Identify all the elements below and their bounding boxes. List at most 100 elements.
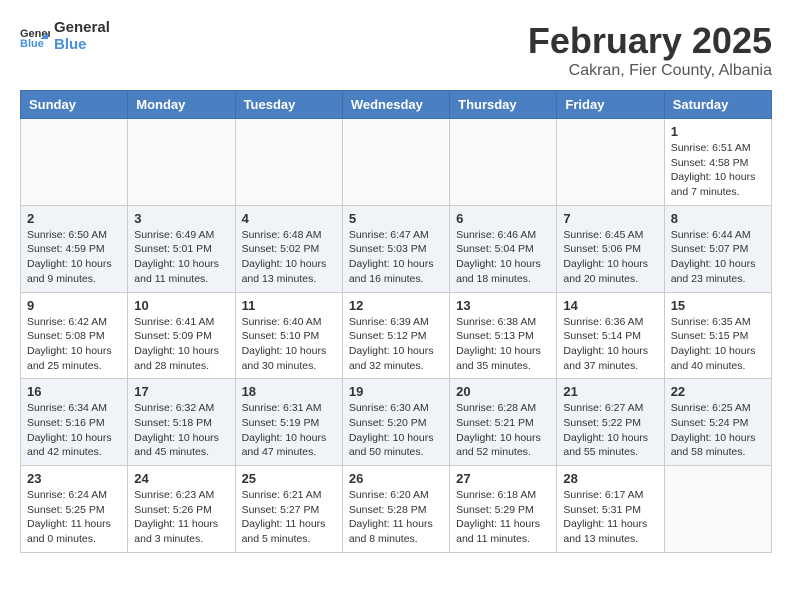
calendar-day-cell: 24Sunrise: 6:23 AM Sunset: 5:26 PM Dayli… <box>128 466 235 553</box>
calendar-day-cell: 26 Sunrise: 6:20 AM Sunset: 5:28 PM Dayli… <box>342 466 449 553</box>
day-info: Sunrise: 6:51 AM Sunset: 4:58 PM Dayligh… <box>671 141 765 200</box>
day-number: 25 <box>242 471 336 486</box>
calendar-day-cell: 12 Sunrise: 6:39 AM Sunset: 5:12 PM Dayli… <box>342 292 449 379</box>
calendar-day-cell: 15 Sunrise: 6:35 AM Sunset: 5:15 PM Dayli… <box>664 292 771 379</box>
calendar-week-row: 1Sunrise: 6:51 AM Sunset: 4:58 PM Daylig… <box>21 119 772 206</box>
day-number: 12 <box>349 298 443 313</box>
calendar-week-row: 2 Sunrise: 6:50 AM Sunset: 4:59 PM Daylig… <box>21 205 772 292</box>
day-info: Sunrise: 6:17 AM Sunset: 5:31 PM Dayligh… <box>563 488 657 547</box>
weekday-header-tuesday: Tuesday <box>235 91 342 119</box>
day-info: Sunrise: 6:21 AM Sunset: 5:27 PM Dayligh… <box>242 488 336 547</box>
day-info: Sunrise: 6:34 AM Sunset: 5:16 PM Dayligh… <box>27 401 121 460</box>
calendar-day-cell: 19 Sunrise: 6:30 AM Sunset: 5:20 PM Dayli… <box>342 379 449 466</box>
day-number: 26 <box>349 471 443 486</box>
day-number: 10 <box>134 298 228 313</box>
day-number: 17 <box>134 384 228 399</box>
day-number: 21 <box>563 384 657 399</box>
calendar-day-cell: 2 Sunrise: 6:50 AM Sunset: 4:59 PM Daylig… <box>21 205 128 292</box>
calendar-day-cell <box>342 119 449 206</box>
day-number: 14 <box>563 298 657 313</box>
day-number: 3 <box>134 211 228 226</box>
day-number: 6 <box>456 211 550 226</box>
day-number: 7 <box>563 211 657 226</box>
day-info: Sunrise: 6:35 AM Sunset: 5:15 PM Dayligh… <box>671 315 765 374</box>
day-number: 11 <box>242 298 336 313</box>
calendar-day-cell: 16 Sunrise: 6:34 AM Sunset: 5:16 PM Dayli… <box>21 379 128 466</box>
calendar-day-cell: 17 Sunrise: 6:32 AM Sunset: 5:18 PM Dayli… <box>128 379 235 466</box>
day-info: Sunrise: 6:38 AM Sunset: 5:13 PM Dayligh… <box>456 315 550 374</box>
weekday-header-wednesday: Wednesday <box>342 91 449 119</box>
calendar-day-cell: 11 Sunrise: 6:40 AM Sunset: 5:10 PM Dayli… <box>235 292 342 379</box>
day-info: Sunrise: 6:45 AM Sunset: 5:06 PM Dayligh… <box>563 228 657 287</box>
calendar-week-row: 16 Sunrise: 6:34 AM Sunset: 5:16 PM Dayli… <box>21 379 772 466</box>
calendar-day-cell: 28 Sunrise: 6:17 AM Sunset: 5:31 PM Dayli… <box>557 466 664 553</box>
calendar-day-cell: 23Sunrise: 6:24 AM Sunset: 5:25 PM Dayli… <box>21 466 128 553</box>
day-number: 24 <box>134 471 228 486</box>
calendar-day-cell <box>128 119 235 206</box>
calendar-week-row: 9 Sunrise: 6:42 AM Sunset: 5:08 PM Daylig… <box>21 292 772 379</box>
day-info: Sunrise: 6:32 AM Sunset: 5:18 PM Dayligh… <box>134 401 228 460</box>
logo-icon: General Blue <box>20 25 50 49</box>
day-number: 8 <box>671 211 765 226</box>
day-info: Sunrise: 6:20 AM Sunset: 5:28 PM Dayligh… <box>349 488 443 547</box>
weekday-header-friday: Friday <box>557 91 664 119</box>
day-number: 15 <box>671 298 765 313</box>
calendar-day-cell: 1Sunrise: 6:51 AM Sunset: 4:58 PM Daylig… <box>664 119 771 206</box>
day-number: 28 <box>563 471 657 486</box>
day-number: 13 <box>456 298 550 313</box>
day-info: Sunrise: 6:24 AM Sunset: 5:25 PM Dayligh… <box>27 488 121 547</box>
calendar-day-cell: 21 Sunrise: 6:27 AM Sunset: 5:22 PM Dayli… <box>557 379 664 466</box>
title-section: February 2025 Cakran, Fier County, Alban… <box>528 20 772 80</box>
logo-blue: Blue <box>54 37 110 54</box>
day-info: Sunrise: 6:46 AM Sunset: 5:04 PM Dayligh… <box>456 228 550 287</box>
calendar-day-cell: 7 Sunrise: 6:45 AM Sunset: 5:06 PM Daylig… <box>557 205 664 292</box>
weekday-header-thursday: Thursday <box>450 91 557 119</box>
day-info: Sunrise: 6:18 AM Sunset: 5:29 PM Dayligh… <box>456 488 550 547</box>
calendar-day-cell: 22Sunrise: 6:25 AM Sunset: 5:24 PM Dayli… <box>664 379 771 466</box>
day-info: Sunrise: 6:36 AM Sunset: 5:14 PM Dayligh… <box>563 315 657 374</box>
calendar-day-cell: 9 Sunrise: 6:42 AM Sunset: 5:08 PM Daylig… <box>21 292 128 379</box>
calendar-day-cell: 14 Sunrise: 6:36 AM Sunset: 5:14 PM Dayli… <box>557 292 664 379</box>
logo-general: General <box>54 20 110 37</box>
day-info: Sunrise: 6:40 AM Sunset: 5:10 PM Dayligh… <box>242 315 336 374</box>
month-title: February 2025 <box>528 20 772 62</box>
day-number: 4 <box>242 211 336 226</box>
logo: General Blue General Blue <box>20 20 110 53</box>
day-number: 16 <box>27 384 121 399</box>
day-number: 22 <box>671 384 765 399</box>
calendar-day-cell: 8 Sunrise: 6:44 AM Sunset: 5:07 PM Daylig… <box>664 205 771 292</box>
weekday-header-monday: Monday <box>128 91 235 119</box>
calendar-day-cell: 3 Sunrise: 6:49 AM Sunset: 5:01 PM Daylig… <box>128 205 235 292</box>
day-info: Sunrise: 6:39 AM Sunset: 5:12 PM Dayligh… <box>349 315 443 374</box>
day-info: Sunrise: 6:49 AM Sunset: 5:01 PM Dayligh… <box>134 228 228 287</box>
day-info: Sunrise: 6:28 AM Sunset: 5:21 PM Dayligh… <box>456 401 550 460</box>
day-number: 20 <box>456 384 550 399</box>
calendar-day-cell: 5 Sunrise: 6:47 AM Sunset: 5:03 PM Daylig… <box>342 205 449 292</box>
day-info: Sunrise: 6:41 AM Sunset: 5:09 PM Dayligh… <box>134 315 228 374</box>
calendar-day-cell <box>664 466 771 553</box>
day-info: Sunrise: 6:27 AM Sunset: 5:22 PM Dayligh… <box>563 401 657 460</box>
location-title: Cakran, Fier County, Albania <box>528 62 772 80</box>
calendar-day-cell: 20 Sunrise: 6:28 AM Sunset: 5:21 PM Dayli… <box>450 379 557 466</box>
calendar-table: SundayMondayTuesdayWednesdayThursdayFrid… <box>20 90 772 553</box>
day-info: Sunrise: 6:47 AM Sunset: 5:03 PM Dayligh… <box>349 228 443 287</box>
day-info: Sunrise: 6:48 AM Sunset: 5:02 PM Dayligh… <box>242 228 336 287</box>
day-info: Sunrise: 6:30 AM Sunset: 5:20 PM Dayligh… <box>349 401 443 460</box>
header: General Blue General Blue February 2025 … <box>20 20 772 80</box>
day-info: Sunrise: 6:44 AM Sunset: 5:07 PM Dayligh… <box>671 228 765 287</box>
day-number: 2 <box>27 211 121 226</box>
weekday-header-saturday: Saturday <box>664 91 771 119</box>
day-number: 19 <box>349 384 443 399</box>
day-number: 18 <box>242 384 336 399</box>
day-info: Sunrise: 6:31 AM Sunset: 5:19 PM Dayligh… <box>242 401 336 460</box>
day-info: Sunrise: 6:42 AM Sunset: 5:08 PM Dayligh… <box>27 315 121 374</box>
weekday-header-sunday: Sunday <box>21 91 128 119</box>
day-number: 9 <box>27 298 121 313</box>
day-number: 5 <box>349 211 443 226</box>
calendar-week-row: 23Sunrise: 6:24 AM Sunset: 5:25 PM Dayli… <box>21 466 772 553</box>
calendar-day-cell: 18 Sunrise: 6:31 AM Sunset: 5:19 PM Dayli… <box>235 379 342 466</box>
calendar-day-cell: 13 Sunrise: 6:38 AM Sunset: 5:13 PM Dayli… <box>450 292 557 379</box>
calendar-day-cell: 27Sunrise: 6:18 AM Sunset: 5:29 PM Dayli… <box>450 466 557 553</box>
day-info: Sunrise: 6:50 AM Sunset: 4:59 PM Dayligh… <box>27 228 121 287</box>
calendar-day-cell: 6 Sunrise: 6:46 AM Sunset: 5:04 PM Daylig… <box>450 205 557 292</box>
